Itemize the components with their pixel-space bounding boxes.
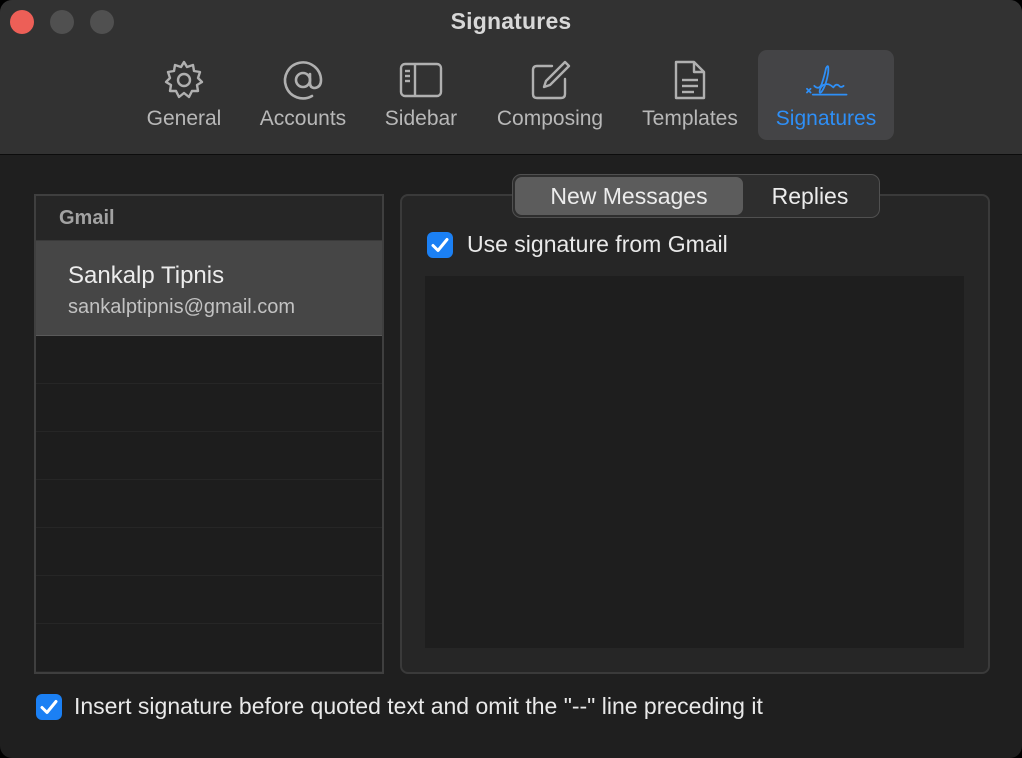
tab-signatures-label: Signatures (775, 107, 877, 130)
checkmark-icon (40, 700, 58, 714)
tab-signatures[interactable]: Signatures (758, 50, 894, 140)
gear-icon (164, 60, 204, 99)
empty-row (36, 432, 382, 480)
tab-templates[interactable]: Templates (632, 50, 748, 140)
preferences-toolbar: General Accounts Sidebar Composing Templ… (0, 50, 1022, 140)
insert-before-quoted-label: Insert signature before quoted text and … (74, 693, 763, 719)
window-title: Signatures (450, 8, 572, 34)
at-sign-icon (283, 61, 323, 100)
empty-row (36, 624, 382, 672)
compose-icon (531, 60, 571, 100)
insert-before-quoted-checkbox[interactable] (36, 694, 62, 720)
accounts-list: Gmail Sankalp Tipnis sankalptipnis@gmail… (34, 194, 384, 674)
tab-general[interactable]: General (136, 50, 232, 140)
tab-accounts-label: Accounts (259, 107, 347, 130)
new-messages-tab[interactable]: New Messages (515, 177, 743, 215)
tab-composing-label: Composing (496, 107, 604, 130)
account-email: sankalptipnis@gmail.com (68, 296, 296, 318)
tab-general-label: General (146, 107, 222, 130)
tab-sidebar-label: Sidebar (384, 107, 458, 130)
preferences-window: Signatures General Accounts Sidebar Comp… (0, 0, 1022, 758)
titlebar: Signatures General Accounts Sidebar Comp… (0, 0, 1022, 155)
account-name: Sankalp Tipnis (68, 262, 225, 289)
tab-sidebar[interactable]: Sidebar (376, 50, 466, 140)
tab-accounts[interactable]: Accounts (248, 50, 358, 140)
tab-templates-label: Templates (642, 107, 738, 130)
empty-row (36, 528, 382, 576)
empty-row (36, 576, 382, 624)
empty-row (36, 480, 382, 528)
empty-row (36, 384, 382, 432)
document-icon (674, 60, 706, 100)
checkmark-icon (431, 238, 449, 252)
sidebar-icon (399, 62, 443, 98)
account-row-selected[interactable]: Sankalp Tipnis sankalptipnis@gmail.com (36, 240, 382, 336)
tab-composing[interactable]: Composing (486, 50, 614, 140)
empty-row (36, 336, 382, 384)
use-signature-checkbox[interactable] (427, 232, 453, 258)
signature-editor[interactable] (425, 276, 964, 648)
signature-icon (806, 65, 848, 96)
signature-type-segmented-control: New Messages Replies (512, 174, 880, 218)
use-signature-label: Use signature from Gmail (467, 231, 728, 257)
replies-tab[interactable]: Replies (743, 177, 877, 215)
account-group-header: Gmail (36, 196, 382, 240)
